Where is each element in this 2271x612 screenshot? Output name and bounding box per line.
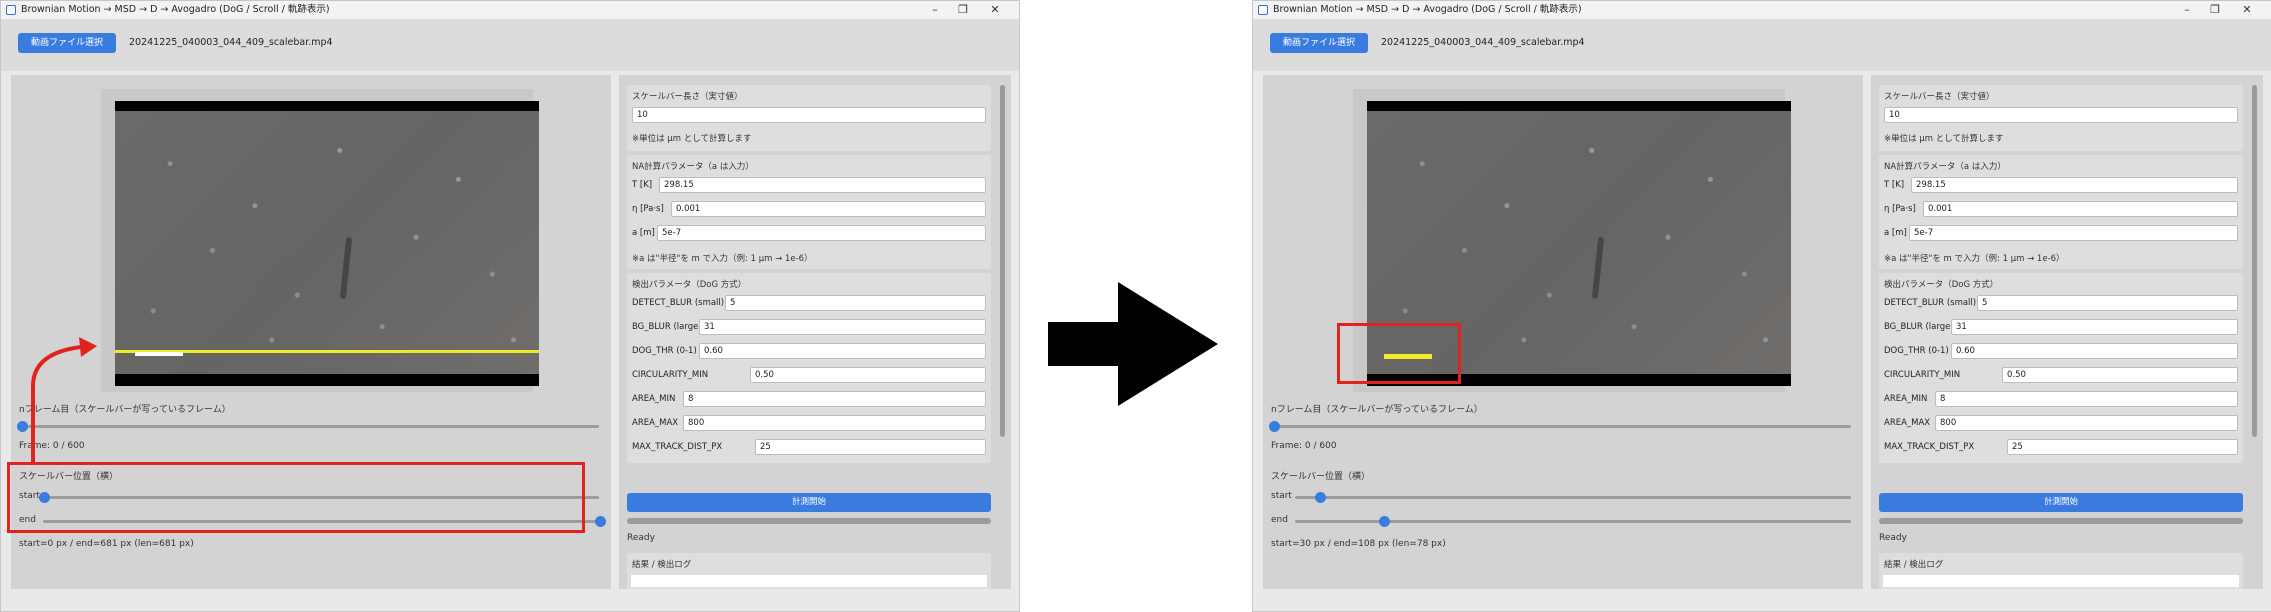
detect-params-card: 検出パラメータ（DoG 方式） DETECT_BLUR (small) 5 BG_BL… [1879, 273, 2243, 463]
progress-bar [1879, 518, 2243, 524]
scale-length-input[interactable]: 10 [1884, 107, 2238, 123]
frame-slider-thumb[interactable] [1269, 421, 1280, 432]
frame-slider[interactable] [1271, 425, 1851, 428]
param-label: a [m] [1884, 228, 1907, 238]
frame-label: nフレーム目（スケールバーが写っているフレーム） [1271, 405, 1483, 415]
radius-input[interactable]: 5e-7 [1909, 225, 2238, 241]
detect-param-input[interactable]: 0.50 [2002, 367, 2238, 383]
viscosity-input[interactable]: 0.001 [1923, 201, 2238, 217]
detect-param-input[interactable]: 5 [1977, 295, 2238, 311]
detect-param-label: AREA_MIN [1884, 394, 1928, 404]
close-icon[interactable]: ✕ [2235, 1, 2259, 19]
toolbar: 動画ファイル選択 20241225_040003_044_409_scalebar… [1253, 19, 2271, 71]
start-slider-thumb[interactable] [1315, 492, 1326, 503]
highlight-box [1337, 323, 1461, 384]
minimize-icon[interactable]: – [2175, 1, 2199, 19]
radius-note: ※a は"半径"を m で入力（例: 1 μm → 1e-6） [1884, 254, 2065, 264]
particle-streak [1591, 236, 1605, 300]
scale-length-title: スケールバー長さ（実寸値） [1884, 92, 1995, 102]
detect-param-label: MAX_TRACK_DIST_PX [1884, 442, 1975, 452]
parameters-pane: スケールバー長さ（実寸値） 10 ※単位は μm として計算します NA計算パラメータ… [1871, 75, 2263, 589]
red-arrow-icon [31, 337, 97, 462]
log-card: 結果 / 検出ログ [1879, 553, 2243, 589]
scrollbar[interactable] [2252, 85, 2257, 437]
app-window: Brownian Motion → MSD → D → Avogadro (Do… [0, 0, 1020, 612]
detect-params-title: 検出パラメータ（DoG 方式） [1884, 280, 1999, 290]
start-measurement-button[interactable]: 計測開始 [1879, 493, 2243, 512]
log-textarea[interactable] [1883, 575, 2239, 587]
title-bar: Brownian Motion → MSD → D → Avogadro (Do… [1253, 1, 2271, 19]
param-label: η [Pa·s] [1884, 204, 1916, 214]
log-title: 結果 / 検出ログ [1884, 560, 1944, 570]
detect-param-input[interactable]: 31 [1951, 319, 2238, 335]
detect-param-input[interactable]: 25 [2007, 439, 2238, 455]
detect-param-label: AREA_MAX [1884, 418, 1931, 428]
detect-param-input[interactable]: 800 [1935, 415, 2238, 431]
na-params-card: NA計算パラメータ（a は入力） T [K] 298.15 η [Pa·s] 0.001… [1879, 155, 2243, 269]
detect-param-input[interactable]: 8 [1935, 391, 2238, 407]
select-video-button[interactable]: 動画ファイル選択 [1270, 33, 1368, 53]
start-label: start [1271, 491, 1292, 501]
detect-param-label: DOG_THR (0-1) [1884, 346, 1949, 356]
end-label: end [1271, 515, 1288, 525]
na-params-title: NA計算パラメータ（a は入力） [1884, 162, 2006, 172]
status-text: Ready [1879, 533, 1907, 543]
transition-arrow-icon [1048, 282, 1218, 406]
scalebar-section-title: スケールバー位置（横） [1271, 472, 1371, 482]
maximize-icon[interactable]: ❐ [2203, 1, 2227, 19]
start-slider[interactable] [1295, 496, 1851, 499]
detect-param-input[interactable]: 0.60 [1951, 343, 2238, 359]
detect-param-label: BG_BLUR (large) [1884, 322, 1954, 332]
frame-counter: Frame: 0 / 600 [1271, 441, 1337, 451]
temperature-input[interactable]: 298.15 [1911, 177, 2238, 193]
detect-param-label: CIRCULARITY_MIN [1884, 370, 1961, 380]
window-title: Brownian Motion → MSD → D → Avogadro (Do… [1273, 4, 1582, 15]
unit-note: ※単位は μm として計算します [1884, 134, 2004, 144]
end-slider-thumb[interactable] [1379, 516, 1390, 527]
app-window: Brownian Motion → MSD → D → Avogadro (Do… [1252, 0, 2271, 612]
scale-length-card: スケールバー長さ（実寸値） 10 ※単位は μm として計算します [1879, 85, 2243, 151]
file-name: 20241225_040003_044_409_scalebar.mp4 [1381, 37, 1585, 48]
detect-param-label: DETECT_BLUR (small) [1884, 298, 1977, 308]
param-label: T [K] [1884, 180, 1905, 190]
scalebar-range-text: start=30 px / end=108 px (len=78 px) [1271, 539, 1446, 549]
app-icon [1258, 5, 1268, 15]
